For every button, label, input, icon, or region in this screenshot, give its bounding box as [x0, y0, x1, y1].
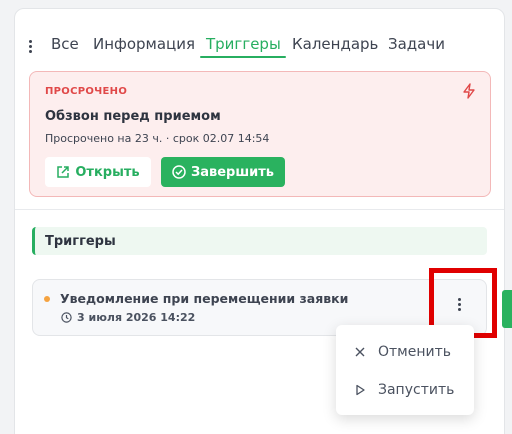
- overdue-badge: ПРОСРОЧЕНО: [45, 86, 128, 97]
- side-panel-tab[interactable]: [502, 290, 512, 328]
- status-dot: [44, 296, 50, 302]
- tab-triggers[interactable]: Триггеры: [206, 35, 281, 53]
- trigger-dropdown-menu: Отменить Запустить: [336, 325, 474, 415]
- close-icon: [355, 347, 365, 357]
- section-divider: [15, 209, 504, 210]
- tab-tasks[interactable]: Задачи: [388, 35, 445, 53]
- complete-button[interactable]: Завершить: [161, 157, 285, 187]
- overdue-task-title: Обзвон перед приемом: [45, 109, 221, 124]
- complete-button-label: Завершить: [190, 164, 275, 180]
- kebab-menu-icon[interactable]: [26, 40, 34, 56]
- open-button[interactable]: Открыть: [45, 157, 151, 187]
- menu-item-cancel-label: Отменить: [378, 344, 452, 360]
- tab-info[interactable]: Информация: [93, 35, 195, 53]
- menu-item-cancel[interactable]: Отменить: [336, 337, 474, 367]
- trigger-title: Уведомление при перемещении заявки: [60, 291, 349, 306]
- clock-icon: [61, 312, 72, 323]
- external-link-icon: [57, 166, 70, 178]
- active-tab-indicator: [200, 56, 286, 58]
- tab-bar: Все Информация Триггеры Календарь Задачи: [15, 35, 504, 69]
- menu-item-run-label: Запустить: [378, 382, 455, 398]
- tab-calendar[interactable]: Календарь: [292, 35, 378, 53]
- overdue-task-meta: Просрочено на 23 ч. · срок 02.07 14:54: [45, 132, 270, 145]
- check-circle-icon: [172, 165, 186, 179]
- tab-all[interactable]: Все: [51, 35, 79, 53]
- play-icon: [356, 384, 365, 396]
- trigger-date: 3 июля 2026 14:22: [77, 311, 196, 324]
- open-button-label: Открыть: [75, 164, 140, 180]
- bolt-icon: [463, 83, 475, 99]
- triggers-section-title: Триггеры: [45, 233, 116, 249]
- overdue-task-card: ПРОСРОЧЕНО Обзвон перед приемом Просроче…: [29, 71, 491, 197]
- menu-item-run[interactable]: Запустить: [336, 375, 474, 405]
- triggers-section-header: Триггеры: [32, 227, 487, 255]
